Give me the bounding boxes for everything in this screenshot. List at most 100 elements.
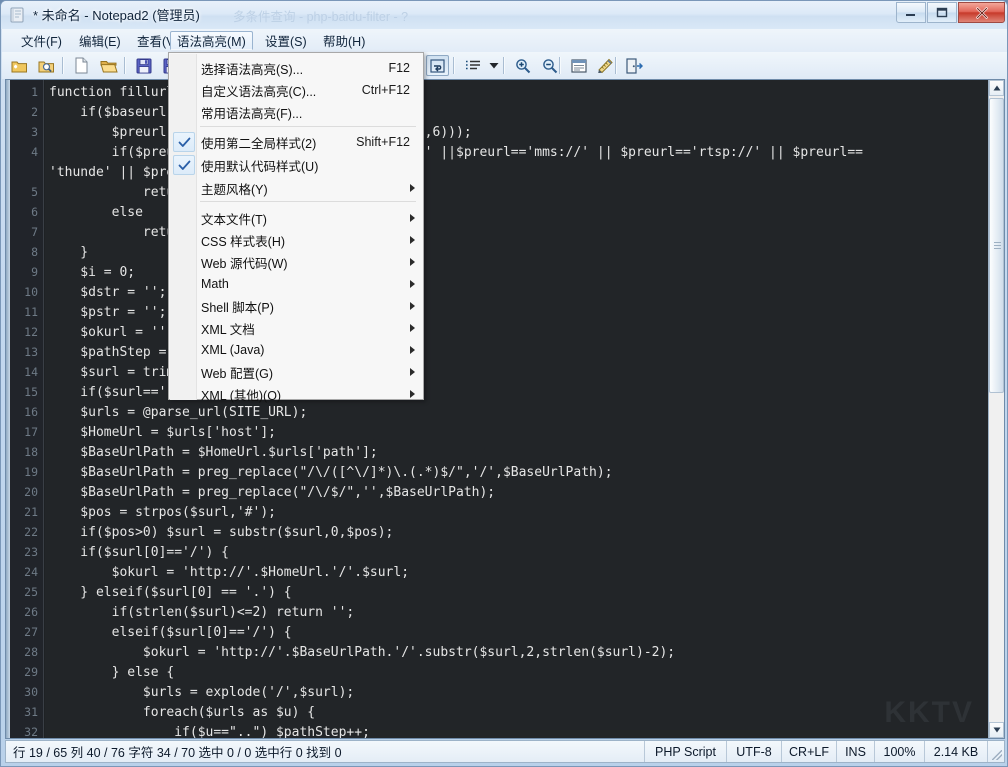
minimize-icon [897, 3, 925, 22]
save-button[interactable] [132, 55, 155, 76]
dropdown-item-label: Web 源代码(W) [201, 253, 288, 272]
menuitem-favorite-schemes[interactable]: 常用语法高亮(F)... [170, 101, 424, 123]
code-editor[interactable]: 1234567891011121314151617181920212223242… [5, 79, 1005, 739]
line-number: 24 [24, 565, 38, 579]
line-number: 25 [24, 585, 38, 599]
submenu-arrow-icon [410, 302, 415, 310]
line-number: 9 [31, 265, 38, 279]
menu-settings[interactable]: 设置(S) [258, 31, 314, 50]
line-number: 13 [24, 345, 38, 359]
line-number: 31 [24, 705, 38, 719]
syntax-highlight-dropdown-menu[interactable]: 选择语法高亮(S)...F12自定义语法高亮(C)...Ctrl+F12 常用语法… [168, 52, 424, 400]
maximize-icon [928, 3, 956, 22]
scroll-down-button[interactable] [989, 722, 1004, 738]
zoom-out-button[interactable] [538, 55, 561, 76]
status-cursor-info: 行 19 / 65 列 40 / 76 字符 34 / 70 选中 0 / 0 … [6, 741, 645, 762]
scheme-dropdown-arrow[interactable] [486, 55, 501, 76]
menuitem-shell-scripts[interactable]: Shell 脚本(P) [170, 295, 424, 317]
menuitem-css-stylesheets[interactable]: CSS 样式表(H) [170, 229, 424, 251]
menuitem-web-sources[interactable]: Web 源代码(W) [170, 251, 424, 273]
customize-scheme-button[interactable] [594, 55, 617, 76]
browse-file-button[interactable] [35, 55, 58, 76]
dropdown-item-label: 常用语法高亮(F)... [201, 103, 302, 122]
dropdown-item-label: 使用默认代码样式(U) [201, 156, 318, 175]
submenu-arrow-icon [410, 280, 415, 288]
close-button[interactable] [958, 2, 1005, 23]
resize-grip[interactable] [988, 741, 1004, 762]
menuitem-select-scheme[interactable]: 选择语法高亮(S)...F12 [170, 57, 424, 79]
checkmark-icon [173, 155, 195, 175]
menuitem-customize-scheme[interactable]: 自定义语法高亮(C)...Ctrl+F12 [170, 79, 424, 101]
scroll-up-button[interactable] [989, 80, 1004, 96]
status-encoding[interactable]: UTF-8 [727, 741, 782, 762]
status-line-ending[interactable]: CR+LF [782, 741, 837, 762]
zoom-in-button[interactable] [511, 55, 534, 76]
exit-button[interactable] [623, 55, 646, 76]
line-number: 21 [24, 505, 38, 519]
line-number: 22 [24, 525, 38, 539]
dropdown-item-label: XML (其他)(O) [201, 385, 281, 404]
code-line: } else { [49, 665, 174, 680]
minimize-button[interactable] [896, 2, 926, 23]
submenu-arrow-icon [410, 214, 415, 222]
menuitem-xml-other[interactable]: XML (其他)(O) [170, 383, 424, 405]
status-insert-mode[interactable]: INS [837, 741, 875, 762]
status-file-size[interactable]: 2.14 KB [925, 741, 988, 762]
checkmark-icon [173, 132, 195, 152]
menuitem-theme-style[interactable]: 主题风格(Y) [170, 177, 424, 199]
line-number: 5 [31, 185, 38, 199]
dropdown-item-label: CSS 样式表(H) [201, 231, 285, 250]
editor-vertical-scrollbar[interactable] [988, 80, 1004, 738]
submenu-arrow-icon [410, 368, 415, 376]
code-line: if($pos>0) $surl = substr($surl,0,$pos); [49, 525, 393, 540]
menuitem-xml-documents[interactable]: XML 文档 [170, 317, 424, 339]
menu-help[interactable]: 帮助(H) [316, 31, 372, 50]
code-line: $BaseUrlPath = preg_replace("/\/([^\/]*)… [49, 465, 613, 480]
line-number: 2 [31, 105, 38, 119]
dropdown-item-shortcut: Shift+F12 [356, 135, 410, 149]
line-number: 17 [24, 425, 38, 439]
toolbar-separator [615, 57, 616, 74]
scrollbar-thumb[interactable] [989, 98, 1004, 393]
new-window-button[interactable] [8, 55, 31, 76]
menu-file[interactable]: 文件(F) [14, 31, 69, 50]
dropdown-item-label: Web 配置(G) [201, 363, 273, 382]
line-number: 15 [24, 385, 38, 399]
dropdown-separator [200, 201, 416, 202]
open-file-button[interactable] [97, 55, 120, 76]
list-indent-button[interactable] [461, 55, 484, 76]
toolbar-separator [453, 57, 454, 74]
dropdown-item-shortcut: Ctrl+F12 [362, 83, 410, 97]
menu-edit[interactable]: 编辑(E) [72, 31, 128, 50]
code-line: if($u=="..") $pathStep++; [49, 725, 370, 738]
line-number: 16 [24, 405, 38, 419]
code-line: if(strlen($surl)<=2) return ''; [49, 605, 354, 620]
toolbar-separator [62, 57, 63, 74]
menuitem-second-global-style[interactable]: 使用第二全局样式(2)Shift+F12 [170, 131, 424, 153]
code-line: $pos = strpos($surl,'#'); [49, 505, 276, 520]
code-line: else [49, 205, 143, 220]
menu-syntax[interactable]: 语法高亮(M) [170, 31, 253, 50]
menuitem-default-code-style[interactable]: 使用默认代码样式(U) [170, 154, 424, 176]
menuitem-text-files[interactable]: 文本文件(T) [170, 207, 424, 229]
dropdown-item-label: 文本文件(T) [201, 209, 267, 228]
word-wrap-button[interactable] [426, 55, 449, 76]
toolbar-separator [503, 57, 504, 74]
code-line: if($surl[0]=='/') { [49, 545, 229, 560]
scheme-button[interactable] [567, 55, 590, 76]
line-number: 26 [24, 605, 38, 619]
status-language[interactable]: PHP Script [645, 741, 727, 762]
status-zoom[interactable]: 100% [875, 741, 925, 762]
menuitem-web-config[interactable]: Web 配置(G) [170, 361, 424, 383]
watermark-text: KKTV [884, 696, 974, 730]
line-number-gutter: 1234567891011121314151617181920212223242… [6, 80, 44, 738]
menuitem-math[interactable]: Math [170, 273, 424, 295]
scrollbar-grip [994, 242, 1001, 250]
maximize-button[interactable] [927, 2, 957, 23]
menuitem-xml-java[interactable]: XML (Java) [170, 339, 424, 361]
line-number: 27 [24, 625, 38, 639]
line-number: 18 [24, 445, 38, 459]
line-number: 20 [24, 485, 38, 499]
line-number: 3 [31, 125, 38, 139]
new-file-button[interactable] [70, 55, 93, 76]
